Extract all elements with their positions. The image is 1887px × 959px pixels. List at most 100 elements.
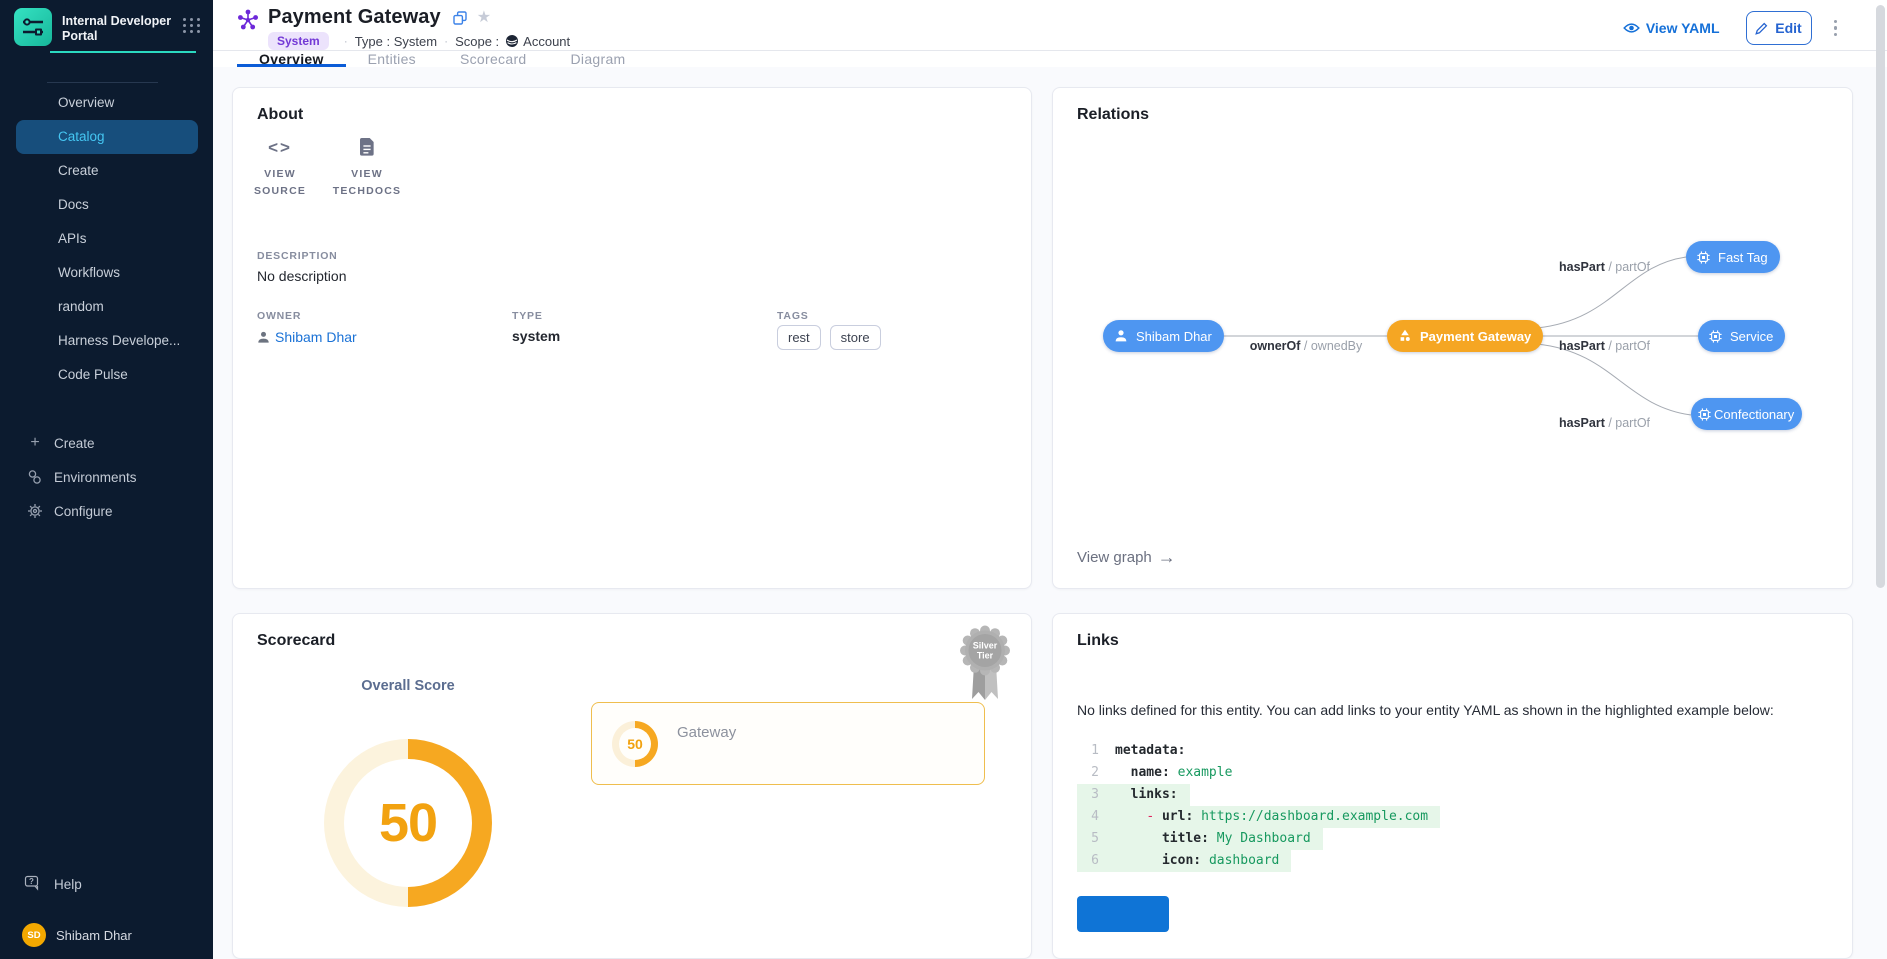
links-card: Links No links defined for this entity. … [1052, 613, 1853, 959]
user-name: Shibam Dhar [56, 928, 132, 943]
yaml-example-code: 1 metadata: 2 name: example 3 [1077, 740, 1440, 872]
edit-button[interactable]: Edit [1746, 11, 1812, 45]
scope-value: Account [523, 34, 570, 49]
code-line: 2 name: example [1077, 762, 1440, 784]
graph-node-fast-tag[interactable]: Fast Tag [1686, 241, 1780, 273]
scope-meta: Scope : [455, 34, 499, 49]
type-meta: Type : System [355, 34, 437, 49]
links-empty-text: No links defined for this entity. You ca… [1077, 702, 1833, 718]
graph-node-service[interactable]: Service [1698, 320, 1785, 352]
svg-text:Tier: Tier [977, 651, 994, 661]
view-source-button[interactable]: <> VIEW SOURCE [247, 134, 313, 200]
view-graph-link[interactable]: View graph → [1077, 548, 1176, 566]
code-line-highlighted: 3 links: [1077, 784, 1440, 806]
person-icon [1114, 329, 1128, 343]
code-line-highlighted: 5 title: My Dashboard [1077, 828, 1440, 850]
favorite-star-icon[interactable]: ★ [477, 10, 491, 26]
chip-icon [1709, 330, 1722, 343]
sidebar-item-code-pulse[interactable]: Code Pulse [16, 358, 198, 392]
scorecard-card: Scorecard Overall Score 50 50 Gateway [232, 613, 1032, 959]
sidebar-item-overview[interactable]: Overview [16, 86, 198, 120]
entity-meta: System · Type : System · Scope : Account [268, 32, 570, 50]
eye-icon [1623, 22, 1640, 34]
portal-title: Internal Developer Portal [62, 14, 172, 44]
edge-label-haspart-2: hasPart / partOf [1559, 339, 1650, 353]
type-label: TYPE [512, 310, 543, 322]
brand-divider [50, 51, 196, 53]
tag-chip[interactable]: store [830, 325, 881, 350]
arrow-right-icon: → [1158, 548, 1176, 566]
app-root: Internal Developer Portal Overview Catal… [0, 0, 1887, 959]
tag-chip[interactable]: rest [777, 325, 821, 350]
nav-divider [47, 82, 158, 83]
graph-node-owner[interactable]: Shibam Dhar [1103, 320, 1224, 352]
header-actions: View YAML Edit [1623, 6, 1843, 50]
tab-entities[interactable]: Entities [346, 51, 438, 67]
sidebar-action-environments[interactable]: Environments [0, 460, 213, 494]
main-area: Payment Gateway ★ System · Type : System… [213, 0, 1887, 959]
apps-grid-icon[interactable] [183, 18, 201, 33]
sidebar-item-catalog[interactable]: Catalog [16, 120, 198, 154]
svg-text:Silver: Silver [973, 641, 998, 651]
portal-logo-icon [14, 8, 52, 46]
environments-icon [26, 469, 44, 485]
sidebar-actions: + Create Environments [0, 426, 213, 528]
sidebar-action-configure[interactable]: Configure [0, 494, 213, 528]
overall-score-donut: 50 [324, 739, 492, 907]
links-heading: Links [1077, 632, 1119, 650]
sidebar-item-random[interactable]: random [16, 290, 198, 324]
user-menu[interactable]: SD Shibam Dhar [0, 918, 213, 952]
sidebar-item-apis[interactable]: APIs [16, 222, 198, 256]
vertical-scrollbar-thumb[interactable] [1876, 5, 1885, 588]
more-options-icon[interactable] [1828, 14, 1844, 43]
sidebar-nav: Overview Catalog Create Docs APIs Workfl… [0, 86, 213, 392]
pencil-icon [1755, 22, 1768, 35]
code-icon: <> [247, 134, 313, 158]
sidebar-action-create[interactable]: + Create [0, 426, 213, 460]
view-techdocs-button[interactable]: VIEW TECHDOCS [321, 134, 413, 200]
about-heading: About [257, 106, 303, 124]
gateway-score-value: 50 [627, 736, 643, 752]
tab-scorecard[interactable]: Scorecard [438, 51, 549, 67]
sidebar-item-harness-developer[interactable]: Harness Develope... [16, 324, 198, 358]
gear-icon [26, 503, 44, 519]
graph-node-payment-gateway[interactable]: Payment Gateway [1387, 320, 1543, 352]
chip-icon [1698, 408, 1711, 421]
edge-label-owner: ownerOf / ownedBy [1241, 339, 1371, 353]
owner-label: OWNER [257, 310, 301, 322]
silver-tier-badge: Silver Tier [957, 622, 1013, 707]
relations-card: Relations ownerOf / ownedBy hasPart / pa… [1052, 87, 1853, 589]
sidebar-item-docs[interactable]: Docs [16, 188, 198, 222]
description-label: DESCRIPTION [257, 250, 338, 262]
gateway-score-name: Gateway [677, 724, 736, 741]
gateway-score-donut: 50 [612, 721, 658, 767]
scorecard-gateway-card[interactable]: 50 Gateway [591, 702, 985, 785]
document-icon [321, 134, 413, 158]
type-value: system [512, 328, 560, 344]
account-scope-icon [505, 34, 519, 48]
overview-content: About <> VIEW SOURCE VIEW TECHDOCS [213, 67, 1887, 959]
tab-diagram[interactable]: Diagram [549, 51, 648, 67]
graph-node-confectionary[interactable]: Confectionary [1691, 398, 1802, 430]
copy-icon[interactable] [453, 11, 467, 25]
entity-header: Payment Gateway ★ System · Type : System… [213, 0, 1887, 51]
about-card: About <> VIEW SOURCE VIEW TECHDOCS [232, 87, 1032, 589]
avatar: SD [22, 923, 46, 947]
owner-link[interactable]: Shibam Dhar [257, 329, 357, 345]
help-button[interactable]: ? Help [0, 867, 213, 901]
view-yaml-button[interactable]: View YAML [1623, 20, 1720, 36]
person-icon [257, 331, 270, 344]
edge-label-haspart-1: hasPart / partOf [1559, 260, 1650, 274]
description-value: No description [257, 268, 347, 284]
read-more-button[interactable] [1077, 896, 1169, 932]
sidebar-header: Internal Developer Portal [0, 0, 213, 46]
tab-overview[interactable]: Overview [237, 51, 346, 67]
sidebar-item-create[interactable]: Create [16, 154, 198, 188]
page-title: Payment Gateway [268, 6, 441, 29]
system-entity-icon [237, 9, 259, 50]
code-line-highlighted: 4 - url: https://dashboard.example.com [1077, 806, 1440, 828]
sidebar-item-workflows[interactable]: Workflows [16, 256, 198, 290]
overall-score-label: Overall Score [324, 678, 492, 694]
tags-row: rest store [777, 325, 881, 350]
edge-label-haspart-3: hasPart / partOf [1559, 416, 1650, 430]
